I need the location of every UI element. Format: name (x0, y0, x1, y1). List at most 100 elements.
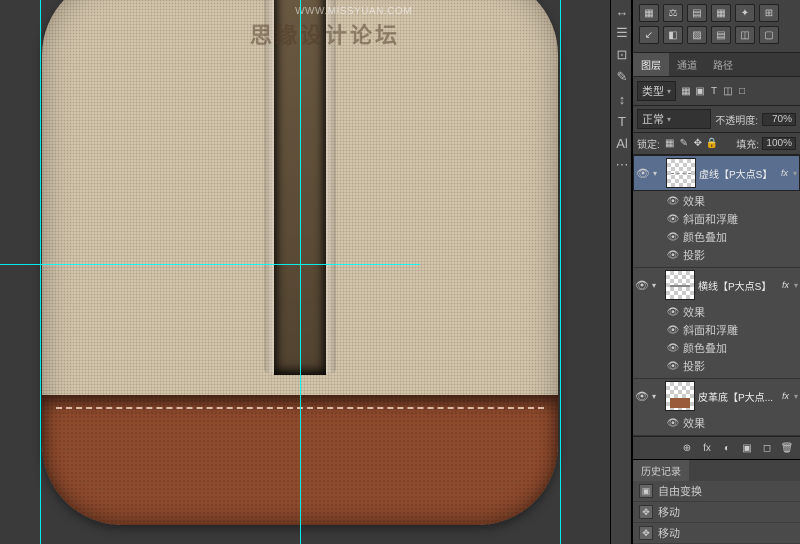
canvas-area[interactable]: 思缘设计论坛 WWW.MISSYUAN.COM (0, 0, 610, 544)
fill-value[interactable]: 100% (762, 137, 796, 150)
panel-tab[interactable]: 图层 (633, 53, 669, 76)
option-icon[interactable]: ▦ (711, 4, 731, 22)
opacity-value[interactable]: 70% (762, 113, 796, 126)
option-icon[interactable]: ▤ (687, 4, 707, 22)
option-icon[interactable]: ↙ (639, 26, 659, 44)
tool-icon[interactable]: ↕ (611, 88, 633, 110)
option-icon[interactable]: ⚖ (663, 4, 683, 22)
layer-name[interactable]: 横线【P大点S】 (698, 278, 779, 293)
effect-eye-icon[interactable]: 👁 (667, 195, 679, 207)
layer-item[interactable]: 👁▾横线【P大点S】fx▾👁效果👁斜面和浮雕👁颜色叠加👁投影 (633, 268, 800, 379)
visibility-eye-icon[interactable]: 👁 (636, 166, 650, 180)
filter-type-icon[interactable]: □ (735, 84, 749, 98)
history-tab[interactable]: 历史记录 (633, 460, 689, 481)
option-icon[interactable]: ◧ (663, 26, 683, 44)
effect-eye-icon[interactable]: 👁 (667, 417, 679, 429)
effect-item[interactable]: 👁斜面和浮雕 (667, 210, 800, 228)
tool-icon[interactable]: ✎ (611, 66, 633, 88)
filter-type-icon[interactable]: T (707, 84, 721, 98)
effect-eye-icon[interactable]: 👁 (667, 324, 679, 336)
effect-eye-icon[interactable]: 👁 (667, 306, 679, 318)
expand-arrow-icon[interactable]: ▾ (652, 392, 662, 401)
option-icon[interactable]: ▤ (711, 26, 731, 44)
blend-mode-select[interactable]: 正常 ▾ (637, 109, 711, 129)
guide-vertical[interactable] (560, 0, 561, 544)
filter-type-icon[interactable]: ◫ (721, 84, 735, 98)
panel-footer-button[interactable]: 🗑 (778, 440, 796, 456)
effect-eye-icon[interactable]: 👁 (667, 360, 679, 372)
lock-icon[interactable]: 🔒 (705, 137, 719, 151)
lock-icon[interactable]: ▦ (663, 137, 677, 151)
filter-type-icon[interactable]: ▦ (679, 84, 693, 98)
option-icon[interactable]: ▦ (639, 4, 659, 22)
effect-label: 颜色叠加 (683, 229, 727, 245)
tool-icon[interactable]: Al (611, 132, 633, 154)
effect-eye-icon[interactable]: 👁 (667, 231, 679, 243)
fx-badge[interactable]: fx (782, 280, 789, 290)
effect-label: 颜色叠加 (683, 340, 727, 356)
fx-chevron-icon[interactable]: ▾ (793, 169, 797, 178)
panel-footer-button[interactable]: fx (698, 440, 716, 456)
layer-name[interactable]: 虚线【P大点S】 (699, 166, 778, 181)
tool-icon[interactable]: ⊡ (611, 44, 633, 66)
lock-icon[interactable]: ✎ (677, 137, 691, 151)
opacity-label: 不透明度: (715, 112, 758, 127)
panel-footer-button[interactable]: ▣ (738, 440, 756, 456)
effect-item[interactable]: 👁 颜色叠加 (667, 228, 800, 246)
filter-type-icon[interactable]: ▣ (693, 84, 707, 98)
fx-chevron-icon[interactable]: ▾ (794, 281, 798, 290)
guide-horizontal[interactable] (0, 264, 420, 265)
panel-footer-button[interactable]: ◐ (718, 440, 736, 456)
filter-type-select[interactable]: 类型 ▾ (637, 81, 676, 101)
history-item[interactable]: ▣自由变换 (633, 481, 800, 502)
chevron-down-icon: ▾ (667, 115, 671, 124)
effect-item[interactable]: 👁 投影 (667, 246, 800, 264)
tool-icon[interactable]: T (611, 110, 633, 132)
option-icon[interactable]: ⊞ (759, 4, 779, 22)
lock-label: 锁定: (637, 136, 660, 151)
visibility-eye-icon[interactable]: 👁 (635, 278, 649, 292)
guide-vertical[interactable] (300, 0, 301, 544)
option-icon[interactable]: ▨ (687, 26, 707, 44)
lock-icon[interactable]: ✥ (691, 137, 705, 151)
layer-thumbnail[interactable] (665, 270, 695, 300)
fx-chevron-icon[interactable]: ▾ (794, 392, 798, 401)
layer-item[interactable]: 👁▾皮革底【P大点...fx▾👁效果 (633, 379, 800, 436)
history-item[interactable]: ✥移动 (633, 502, 800, 523)
effect-item[interactable]: 👁斜面和浮雕 (667, 321, 800, 339)
fx-badge[interactable]: fx (782, 391, 789, 401)
guide-vertical[interactable] (40, 0, 41, 544)
history-item[interactable]: ✥移动 (633, 523, 800, 544)
tool-icon[interactable]: ↔ (611, 0, 633, 22)
layer-thumbnail[interactable] (666, 158, 696, 188)
effect-eye-icon[interactable]: 👁 (667, 342, 679, 354)
effect-item[interactable]: 👁 颜色叠加 (667, 339, 800, 357)
layer-thumbnail[interactable] (665, 381, 695, 411)
panel-tab[interactable]: 路径 (705, 53, 741, 76)
option-icon[interactable]: ▢ (759, 26, 779, 44)
panel-footer-button[interactable]: ◻ (758, 440, 776, 456)
option-icon[interactable]: ◫ (735, 26, 755, 44)
panel-footer-button[interactable]: ⊕ (678, 440, 696, 456)
effect-label: 投影 (683, 247, 705, 263)
tool-icon[interactable]: ☰ (611, 22, 633, 44)
option-icon[interactable]: ✦ (735, 4, 755, 22)
panel-tab[interactable]: 通道 (669, 53, 705, 76)
effect-eye-icon[interactable]: 👁 (667, 249, 679, 261)
effect-item[interactable]: 👁投影 (667, 357, 800, 375)
tool-icon[interactable]: ⋯ (611, 154, 633, 176)
layers-list[interactable]: 👁▾虚线【P大点S】fx▾👁效果👁斜面和浮雕👁颜色叠加👁投影👁▾横线【P大点S】… (633, 155, 800, 436)
effect-item[interactable]: 👁效果 (667, 303, 800, 321)
layers-footer: ⊕fx◐▣◻🗑 (633, 436, 800, 459)
expand-arrow-icon[interactable]: ▾ (652, 281, 662, 290)
visibility-eye-icon[interactable]: 👁 (635, 389, 649, 403)
history-list[interactable]: ▣自由变换✥移动✥移动 (633, 481, 800, 544)
effect-eye-icon[interactable]: 👁 (667, 213, 679, 225)
effect-item[interactable]: 👁效果 (667, 192, 800, 210)
layer-item[interactable]: 👁▾虚线【P大点S】fx▾👁效果👁斜面和浮雕👁颜色叠加👁投影 (633, 155, 800, 268)
expand-arrow-icon[interactable]: ▾ (653, 169, 663, 178)
layer-name[interactable]: 皮革底【P大点... (698, 389, 779, 404)
fx-badge[interactable]: fx (781, 168, 788, 178)
effect-item[interactable]: 👁效果 (667, 414, 800, 432)
effects-list: 👁效果👁斜面和浮雕👁颜色叠加👁投影 (633, 302, 800, 378)
